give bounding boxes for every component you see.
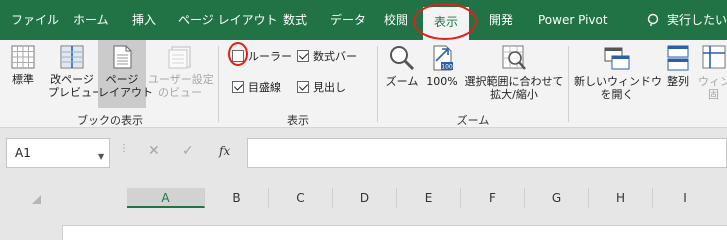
zoom-to-selection-icon (502, 45, 526, 70)
lightbulb-search-icon[interactable] (647, 13, 661, 27)
new-window-label: 新しいウィンドウ を開く (574, 75, 662, 101)
ruler-checkbox[interactable]: ルーラー (232, 49, 292, 65)
gridlines-label: 目盛線 (248, 81, 281, 94)
tab-power-pivot[interactable]: Power Pivot (538, 0, 608, 40)
tell-me-input[interactable]: 実行したい作業 (667, 0, 727, 40)
group-label-zoom: ズーム (456, 114, 490, 127)
column-header-d[interactable]: D (333, 188, 397, 208)
formula-bar-area: A1 ▼ ⋮ ✕ ✓ fx (0, 129, 727, 178)
custom-views-button[interactable]: ユーザー設定 のビュー (148, 44, 214, 108)
tab-review[interactable]: 校閲 (384, 0, 408, 40)
column-header-i[interactable]: I (653, 188, 717, 208)
page-layout-view-label: ページ レイアウト (98, 73, 153, 99)
normal-view-button[interactable]: 標準 (6, 44, 40, 108)
arrange-all-button[interactable]: 整列 (662, 44, 694, 108)
tab-developer[interactable]: 開発 (489, 0, 513, 40)
arrange-all-icon (667, 45, 689, 71)
arrange-all-label: 整列 (667, 75, 689, 88)
svg-text:100: 100 (441, 64, 453, 71)
zoom-100-button[interactable]: 100 100% (423, 44, 461, 108)
name-box-value: A1 (15, 146, 31, 160)
tab-page-layout[interactable]: ページ レイアウト (178, 0, 278, 40)
tab-file[interactable]: ファイル (11, 0, 59, 40)
group-separator (377, 46, 378, 122)
select-all-corner[interactable] (32, 195, 41, 204)
ruler-checkbox-box[interactable] (232, 50, 244, 62)
zoom-to-selection-button[interactable]: 選択範囲に合わせて 拡大/縮小 (463, 44, 565, 108)
page-break-preview-icon (60, 45, 84, 69)
zoom-button[interactable]: ズーム (382, 44, 422, 108)
tab-insert[interactable]: 挿入 (132, 0, 156, 40)
column-header-h[interactable]: H (589, 188, 653, 208)
column-header-g[interactable]: G (525, 188, 589, 208)
ribbon-panel: 標準 改ページ プレビュー ページ レイアウト ユーザー設定 のビュー ブックの表示 … (0, 40, 727, 128)
enter-check-icon[interactable]: ✓ (182, 143, 194, 159)
custom-views-icon (168, 46, 191, 69)
page-break-preview-button[interactable]: 改ページ プレビュー (48, 44, 103, 108)
column-header-a[interactable]: A (127, 188, 205, 208)
formula-input[interactable] (247, 138, 727, 168)
cancel-x-icon[interactable]: ✕ (148, 143, 160, 159)
group-separator (568, 46, 569, 122)
column-header-c[interactable]: C (269, 188, 333, 208)
column-header-f[interactable]: F (461, 188, 525, 208)
column-header-b[interactable]: B (205, 188, 269, 208)
gridlines-checkbox[interactable]: 目盛線 (232, 80, 281, 96)
resize-handle-icon[interactable]: ⋮ (119, 143, 129, 154)
page-layout-view-button[interactable]: ページ レイアウト (98, 40, 153, 108)
formula-bar-checkbox-box[interactable] (297, 50, 309, 62)
normal-view-icon (11, 45, 35, 69)
group-separator (218, 46, 219, 122)
group-label-workbook-views: ブックの表示 (77, 114, 143, 127)
normal-view-label: 標準 (12, 73, 34, 86)
magnifier-icon (390, 46, 415, 71)
headings-label: 見出し (313, 81, 346, 94)
freeze-panes-icon (702, 45, 726, 69)
ribbon-tab-bar: ファイル ホーム 挿入 ページ レイアウト 数式 データ 校閲 表示 開発 Po… (0, 0, 727, 40)
ruler-label: ルーラー (248, 50, 292, 63)
freeze-panes-label: ウィン固 (698, 75, 727, 101)
freeze-panes-button[interactable]: ウィン固 (698, 44, 727, 108)
custom-views-label: ユーザー設定 のビュー (148, 73, 214, 99)
page-layout-page[interactable] (62, 225, 727, 240)
column-header-e[interactable]: E (397, 188, 461, 208)
headings-checkbox[interactable]: 見出し (297, 80, 346, 96)
headings-checkbox-box[interactable] (297, 81, 309, 93)
tab-home[interactable]: ホーム (73, 0, 109, 40)
new-window-button[interactable]: 新しいウィンドウ を開く (574, 44, 662, 108)
zoom-100-icon: 100 (433, 45, 453, 71)
group-label-show: 表示 (287, 114, 309, 127)
zoom-100-label: 100% (426, 75, 458, 88)
formula-bar-checkbox[interactable]: 数式バー (297, 49, 357, 65)
insert-function-icon[interactable]: fx (219, 144, 230, 158)
page-break-preview-label: 改ページ プレビュー (48, 73, 103, 99)
formula-bar-label: 数式バー (313, 50, 357, 63)
page-layout-view-icon (113, 45, 132, 69)
tab-formulas[interactable]: 数式 (283, 0, 307, 40)
tab-view[interactable]: 表示 (423, 7, 469, 40)
chevron-down-icon[interactable]: ▼ (98, 152, 104, 161)
new-window-icon (604, 47, 630, 70)
gridlines-checkbox-box[interactable] (232, 81, 244, 93)
zoom-label: ズーム (385, 75, 419, 88)
worksheet-area: A B C D E F G H I (0, 178, 727, 240)
zoom-to-selection-label: 選択範囲に合わせて 拡大/縮小 (464, 75, 564, 101)
tab-data[interactable]: データ (330, 0, 366, 40)
name-box[interactable]: A1 ▼ (6, 138, 110, 168)
